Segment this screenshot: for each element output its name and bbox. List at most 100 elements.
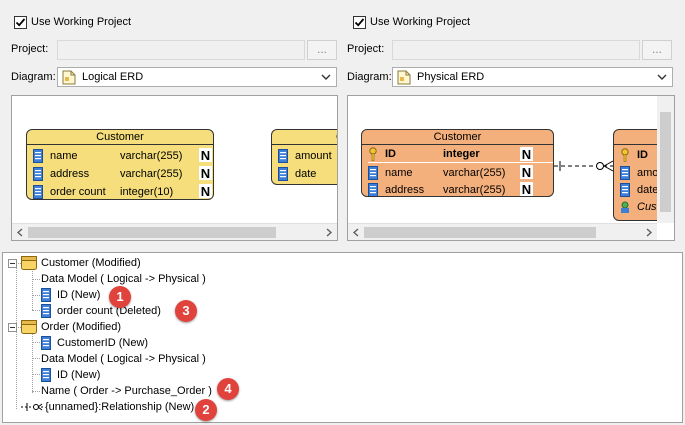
column-row[interactable]: ID <box>620 146 648 163</box>
tree-guide <box>16 267 17 409</box>
column-name: amo <box>637 166 659 179</box>
primary-key-icon <box>621 147 629 162</box>
scrollbar-thumb[interactable] <box>364 227 596 238</box>
entity-name: Customer <box>362 130 553 145</box>
column-row[interactable]: amo <box>620 164 658 181</box>
diagram-label: Diagram: <box>11 71 56 83</box>
column-name: amount <box>295 149 332 162</box>
horizontal-scrollbar[interactable] <box>12 223 337 240</box>
tree-item-customer[interactable]: Customer (Modified) <box>21 255 141 271</box>
scroll-right-icon[interactable] <box>324 228 333 237</box>
project-browse-button[interactable]: ... <box>307 40 337 60</box>
tree-item-label: ID (New) <box>57 369 101 381</box>
tree-item-label: Name ( Order -> Purchase_Order ) <box>41 385 212 397</box>
tree-guide <box>32 331 33 393</box>
column-row[interactable]: name varchar(255) N <box>33 147 213 164</box>
column-type: varchar(255) <box>443 166 506 179</box>
column-icon <box>368 182 378 196</box>
column-row[interactable]: date <box>620 181 658 198</box>
diagram-label: Diagram: <box>347 71 392 83</box>
nullable-n-icon: N <box>520 182 533 196</box>
scrollbar-thumb[interactable] <box>660 112 671 212</box>
column-row[interactable]: amount <box>278 147 332 164</box>
tree-item-data-model[interactable]: Data Model ( Logical -> Physical ) <box>41 271 206 287</box>
tree-item-label: Data Model ( Logical -> Physical ) <box>41 273 206 285</box>
nullable-n-text: N <box>201 166 210 180</box>
scroll-left-icon[interactable] <box>16 228 25 237</box>
nullable-n-text: N <box>522 165 531 179</box>
tree-guide <box>32 310 40 311</box>
tree-item-column[interactable]: ID (New) <box>41 287 100 303</box>
column-row[interactable]: address varchar(255) N <box>368 181 553 196</box>
project-browse-button[interactable]: ... <box>642 40 672 60</box>
primary-key-icon <box>369 147 377 161</box>
tree-item-data-model[interactable]: Data Model ( Logical -> Physical ) <box>41 351 206 367</box>
entity-order-logical[interactable]: O amount date <box>271 129 337 185</box>
column-row[interactable]: name varchar(255) N <box>368 164 553 181</box>
tree-guide <box>32 358 40 359</box>
entity-customer-physical[interactable]: Customer ID integer N name varchar(255) … <box>361 129 554 197</box>
scrollbar-thumb[interactable] <box>28 227 276 238</box>
column-icon <box>620 165 630 180</box>
right-compare-panel: Use Working Project Project: ... Diagram… <box>340 0 685 250</box>
horizontal-scrollbar[interactable] <box>348 223 657 240</box>
project-field[interactable] <box>392 40 640 60</box>
column-name: order count <box>50 185 106 198</box>
tree-item-column[interactable]: order count (Deleted) <box>41 303 161 319</box>
nullable-n-text: N <box>201 148 210 162</box>
tree-item-name-change[interactable]: Name ( Order -> Purchase_Order ) <box>41 383 212 399</box>
vertical-scrollbar[interactable] <box>657 96 674 223</box>
project-field[interactable] <box>57 40 305 60</box>
column-name: name <box>50 149 78 162</box>
diagram-value: Logical ERD <box>82 71 144 83</box>
checkbox-checked-icon[interactable] <box>353 15 366 29</box>
callout-badge: 2 <box>195 399 217 421</box>
column-row[interactable]: order count integer(10) N <box>33 183 213 199</box>
nullable-n-text: N <box>201 184 210 198</box>
column-icon <box>278 166 288 181</box>
nullable-n-icon: N <box>520 165 533 179</box>
tree-item-column[interactable]: CustomerID (New) <box>41 335 148 351</box>
column-icon <box>41 304 51 318</box>
right-use-working-project[interactable]: Use Working Project <box>353 13 470 31</box>
scroll-right-icon[interactable] <box>644 228 653 237</box>
project-label: Project: <box>347 43 385 55</box>
entity-customer-logical[interactable]: Customer name varchar(255) N address var… <box>26 129 214 200</box>
callout-badge: 1 <box>109 286 131 308</box>
physical-erd-canvas[interactable]: Customer ID integer N name varchar(255) … <box>347 95 675 241</box>
nullable-n-icon: N <box>520 147 533 161</box>
column-type: integer(10) <box>120 185 174 198</box>
entity-icon <box>21 256 37 270</box>
scroll-left-icon[interactable] <box>352 228 361 237</box>
logical-erd-canvas[interactable]: Customer name varchar(255) N address var… <box>11 95 338 241</box>
column-icon <box>41 288 51 302</box>
column-row[interactable]: Cus <box>620 198 657 215</box>
relationship-connector[interactable] <box>554 160 614 172</box>
diagram-select[interactable]: Physical ERD <box>392 67 673 87</box>
tree-guide <box>32 267 33 310</box>
nullable-n-icon: N <box>199 166 212 180</box>
column-icon <box>620 182 630 197</box>
callout-badge: 3 <box>175 300 197 322</box>
diagram-select[interactable]: Logical ERD <box>57 67 337 87</box>
column-row[interactable]: ID integer N <box>368 146 553 163</box>
nullable-n-icon: N <box>199 184 212 198</box>
use-working-project-label: Use Working Project <box>370 16 471 28</box>
column-row[interactable]: date <box>278 165 316 182</box>
checkbox-checked-icon[interactable] <box>14 15 27 29</box>
column-icon <box>368 165 378 180</box>
column-row[interactable]: address varchar(255) N <box>33 165 213 182</box>
chevron-down-icon <box>321 74 331 80</box>
left-use-working-project[interactable]: Use Working Project <box>14 13 131 31</box>
tree-item-label: {unnamed}:Relationship (New) <box>45 401 195 413</box>
tree-item-relationship[interactable]: {unnamed}:Relationship (New) <box>21 399 194 415</box>
erd-diagram-icon <box>62 70 76 84</box>
change-tree[interactable]: Customer (Modified) Data Model ( Logical… <box>2 252 683 423</box>
collapse-icon[interactable] <box>8 323 17 332</box>
tree-item-column[interactable]: ID (New) <box>41 367 100 383</box>
tree-item-order[interactable]: Order (Modified) <box>21 319 121 335</box>
collapse-icon[interactable] <box>8 259 17 268</box>
nullable-n-text: N <box>522 147 531 161</box>
use-working-project-label: Use Working Project <box>31 16 132 28</box>
column-icon <box>33 148 43 163</box>
